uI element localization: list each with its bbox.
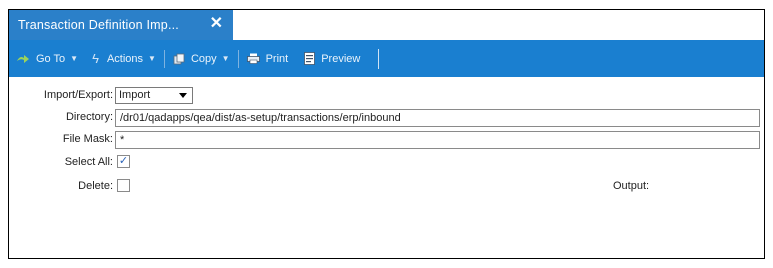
goto-label: Go To <box>36 52 66 65</box>
preview-label: Preview <box>321 52 361 65</box>
tab-title: Transaction Definition Imp... <box>18 18 179 32</box>
select-all-checkbox[interactable]: ✓ <box>117 155 130 168</box>
actions-button[interactable]: ϟ Actions ▼ <box>92 40 156 77</box>
print-button[interactable]: Print <box>246 40 289 77</box>
output-label: Output: <box>613 180 650 192</box>
print-label: Print <box>265 52 289 65</box>
import-export-value: Import <box>119 89 151 101</box>
actions-label: Actions <box>106 52 144 65</box>
chevron-down-icon: ▼ <box>148 54 156 63</box>
chevron-down-icon <box>179 93 187 98</box>
import-export-label: Import/Export: <box>43 89 113 101</box>
directory-input[interactable]: /dr01/qadapps/qea/dist/as-setup/transact… <box>115 109 760 127</box>
lightning-icon: ϟ <box>92 51 99 66</box>
import-export-form: Import/Export: Import Directory: /dr01/q… <box>9 77 764 258</box>
copy-label: Copy <box>190 52 217 65</box>
toolbar-divider <box>163 49 165 68</box>
delete-label: Delete: <box>78 180 113 192</box>
preview-button[interactable]: Preview <box>304 40 360 77</box>
chevron-down-icon: ▼ <box>221 54 230 63</box>
printer-icon <box>246 53 260 64</box>
close-icon[interactable]: ✕ <box>210 16 223 32</box>
window-frame: Transaction Definition Imp... ✕ Go To ▼ … <box>8 9 765 259</box>
select-all-label: Select All: <box>64 156 113 168</box>
directory-label: Directory: <box>65 111 113 123</box>
file-mask-input[interactable]: * <box>115 131 760 149</box>
preview-icon <box>304 52 316 65</box>
import-export-select[interactable]: Import <box>115 87 193 104</box>
toolbar: Go To ▼ ϟ Actions ▼ Copy ▼ Print Preview <box>9 40 764 77</box>
delete-checkbox[interactable] <box>117 179 130 192</box>
tab-strip: Transaction Definition Imp... ✕ <box>9 10 764 40</box>
goto-button[interactable]: Go To ▼ <box>16 40 78 77</box>
toolbar-divider <box>237 49 239 68</box>
chevron-down-icon: ▼ <box>70 54 79 63</box>
copy-icon <box>173 53 185 64</box>
tab-transaction-definition-import[interactable]: Transaction Definition Imp... ✕ <box>9 10 233 40</box>
file-mask-label: File Mask: <box>62 133 113 145</box>
toolbar-divider <box>378 48 380 69</box>
checkmark-icon: ✓ <box>118 155 129 167</box>
copy-button[interactable]: Copy ▼ <box>173 40 230 77</box>
goto-arrow-icon <box>17 54 29 63</box>
